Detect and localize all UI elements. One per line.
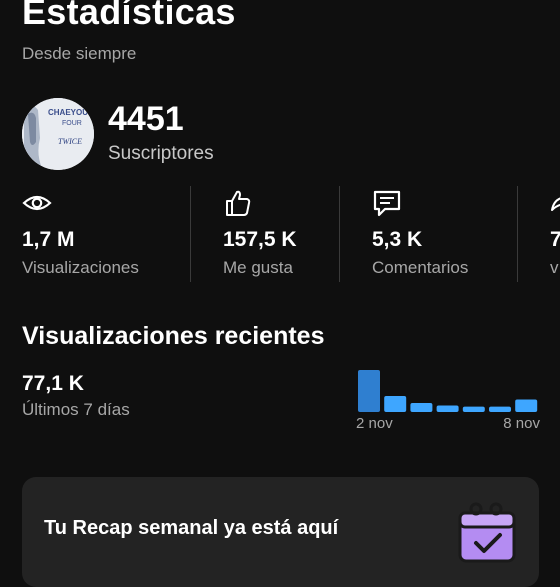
weekly-recap-card[interactable]: Tu Recap semanal ya está aquí — [22, 477, 539, 587]
stat-shares-value: 7 — [550, 228, 560, 251]
stat-likes-value: 157,5 K — [223, 228, 297, 251]
recent-views-chart[interactable]: 2 nov 8 nov — [352, 360, 547, 435]
chart-bar — [436, 405, 459, 412]
chart-bar — [462, 406, 485, 412]
divider — [517, 186, 518, 282]
stat-views-value: 1,7 M — [22, 228, 75, 251]
recent-views-value: 77,1 K — [22, 372, 84, 395]
chart-bar — [489, 406, 511, 412]
stat-comments-value: 5,3 K — [372, 228, 423, 251]
chart-bar — [384, 396, 407, 412]
channel-avatar[interactable]: CHAEYOUNG FOUR TWICE — [22, 98, 94, 170]
share-icon — [550, 188, 560, 218]
divider — [190, 186, 191, 282]
subscriber-label: Suscriptores — [108, 143, 214, 164]
chart-bar — [358, 370, 380, 412]
stats-row: 1,7 M Visualizaciones 157,5 K Me gusta 5… — [0, 186, 560, 282]
thumbs-up-icon — [223, 188, 253, 218]
stat-shares-label: v — [550, 258, 559, 277]
date-range-label: Desde siempre — [22, 44, 137, 63]
recap-text: Tu Recap semanal ya está aquí — [44, 517, 339, 539]
chart-bar — [515, 399, 538, 412]
avatar-text-1: CHAEYOUNG — [48, 108, 94, 117]
subscriber-count: 4451 — [108, 100, 184, 138]
chart-bar — [410, 402, 433, 412]
eye-icon — [22, 188, 52, 218]
recent-views-title: Visualizaciones recientes — [22, 322, 325, 350]
avatar-text-3: TWICE — [58, 137, 82, 146]
avatar-text-2: FOUR — [62, 120, 82, 127]
stat-comments-label: Comentarios — [372, 258, 469, 277]
stat-shares[interactable]: 7 v — [550, 186, 560, 282]
calendar-check-icon — [454, 499, 520, 565]
page-title: Estadísticas — [22, 0, 236, 32]
stat-views-label: Visualizaciones — [22, 258, 139, 277]
chart-tick-label: 2 nov — [356, 415, 393, 432]
comment-icon — [372, 188, 402, 218]
chart-tick-label: 8 nov — [503, 415, 540, 432]
recent-views-period: Últimos 7 días — [22, 400, 130, 419]
stat-likes-label: Me gusta — [223, 258, 293, 277]
divider — [339, 186, 340, 282]
